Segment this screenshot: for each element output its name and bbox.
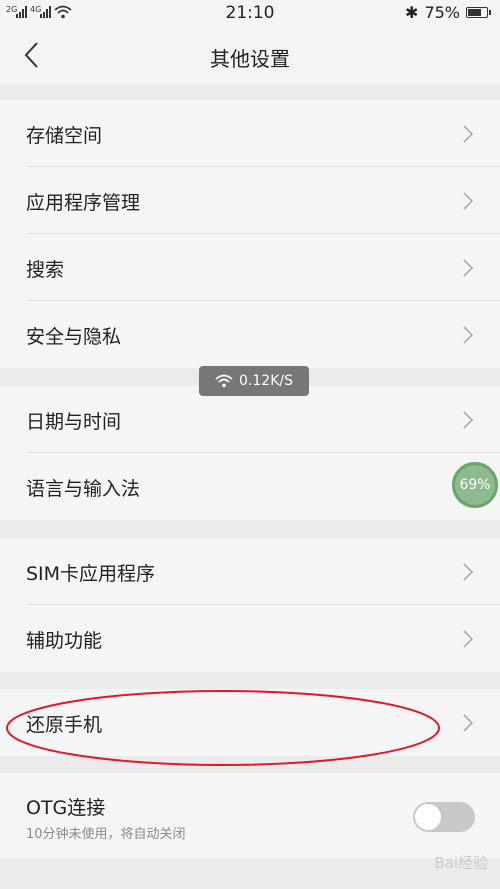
chevron-right-icon: [463, 326, 474, 344]
battery-percent: 75%: [424, 3, 460, 22]
network-speed-indicator: 0.12K/S: [199, 366, 309, 396]
row-accessibility[interactable]: 辅助功能: [0, 605, 500, 672]
row-label: 还原手机: [26, 714, 103, 736]
row-label: OTG连接: [26, 797, 106, 819]
row-app-management[interactable]: 应用程序管理: [0, 167, 500, 234]
row-label: 语言与输入法: [26, 478, 141, 500]
row-label: 安全与隐私: [26, 326, 122, 348]
chevron-right-icon: [463, 714, 474, 732]
row-sim-apps[interactable]: SIM卡应用程序: [0, 538, 500, 605]
row-security-privacy[interactable]: 安全与隐私: [0, 301, 500, 368]
chevron-right-icon: [463, 630, 474, 648]
row-language-input[interactable]: 语言与输入法: [0, 453, 500, 520]
chevron-right-icon: [463, 125, 474, 143]
page-header: 其他设置: [0, 28, 500, 84]
row-label: 日期与时间: [26, 411, 122, 433]
row-reset-phone[interactable]: 还原手机: [0, 689, 500, 756]
bluetooth-icon: ✱: [405, 3, 419, 22]
row-label: 搜索: [26, 259, 65, 281]
chevron-right-icon: [463, 563, 474, 581]
row-search[interactable]: 搜索: [0, 234, 500, 301]
chevron-right-icon: [463, 259, 474, 277]
row-label: 存储空间: [26, 125, 103, 147]
row-label: SIM卡应用程序: [26, 563, 156, 585]
settings-group-sim: SIM卡应用程序 辅助功能: [0, 538, 500, 672]
battery-icon: [466, 7, 491, 18]
watermark: Bai经验: [434, 854, 488, 872]
settings-group-otg: OTG连接 10分钟未使用，将自动关闭: [0, 773, 500, 858]
chevron-right-icon: [463, 411, 474, 429]
row-label: 辅助功能: [26, 630, 103, 652]
row-sublabel: 10分钟未使用，将自动关闭: [26, 827, 186, 842]
row-date-time[interactable]: 日期与时间: [0, 386, 500, 453]
settings-group-storage: 存储空间 应用程序管理 搜索 安全与隐私: [0, 100, 500, 368]
settings-group-datetime: 日期与时间 语言与输入法: [0, 386, 500, 520]
chevron-right-icon: [463, 192, 474, 210]
memory-percent: 69%: [459, 477, 491, 493]
status-bar: 2G 4G 21:10 ✱ 75%: [0, 0, 500, 28]
row-otg[interactable]: OTG连接 10分钟未使用，将自动关闭: [0, 773, 500, 858]
memory-ball[interactable]: 69%: [452, 462, 498, 508]
wifi-icon: [215, 374, 233, 388]
settings-group-reset: 还原手机: [0, 689, 500, 756]
row-storage[interactable]: 存储空间: [0, 100, 500, 167]
otg-toggle[interactable]: [413, 802, 475, 832]
network-speed-text: 0.12K/S: [239, 373, 293, 389]
page-title: 其他设置: [210, 47, 290, 71]
row-label: 应用程序管理: [26, 192, 141, 214]
